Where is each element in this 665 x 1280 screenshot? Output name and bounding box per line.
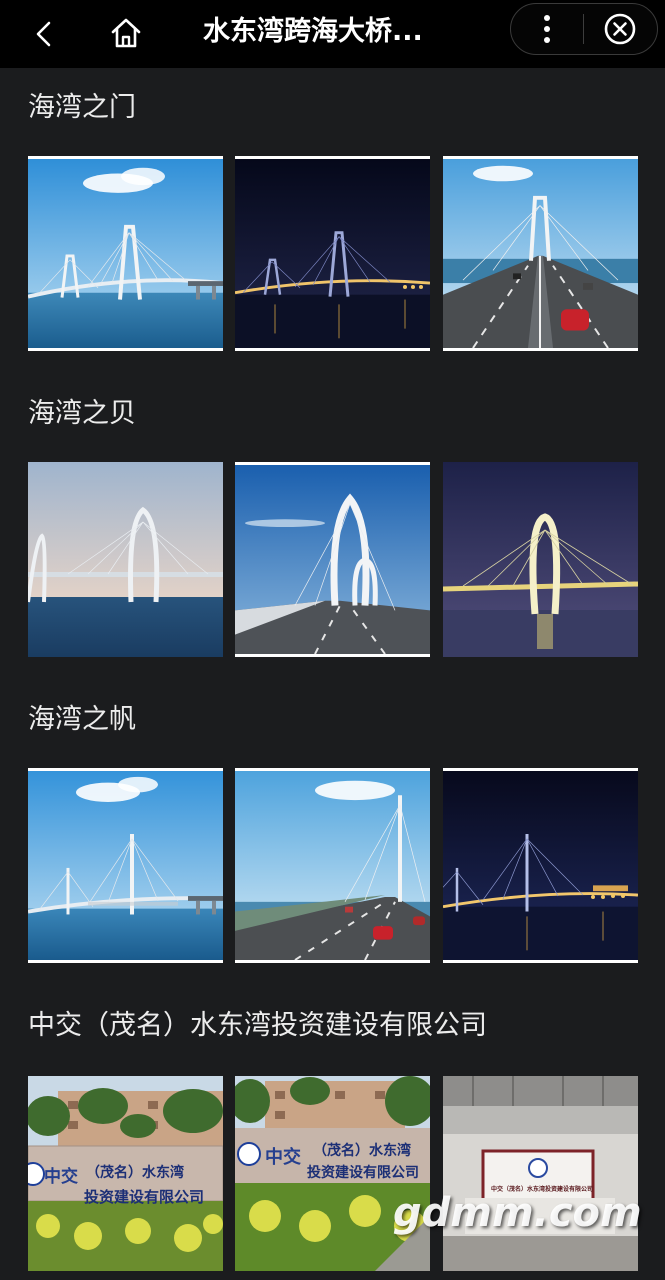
image-day-bridge[interactable] [28,156,223,351]
bridge-photo [28,771,223,960]
image-company-sign[interactable]: 中交 （茂名）水东湾 投资建设有限公司 [28,1076,223,1271]
section-title: 海湾之帆 [28,704,136,735]
bridge-photo [235,159,430,348]
company-photo [443,1076,638,1271]
sign-line-2: 投资建设有限公司 [84,1188,205,1206]
more-button[interactable] [511,4,583,54]
sign-line-1: （茂名）水东湾 [313,1143,411,1159]
image-night-bridge[interactable] [235,156,430,351]
section-title: 海湾之门 [28,92,136,123]
section-haiwan-zhifan: 海湾之帆 [0,680,665,980]
sign-logo-text: 中交 [44,1167,78,1187]
bridge-photo [443,771,638,960]
close-circle-icon [604,13,636,45]
sign-logo-text: 中交 [265,1147,301,1168]
image-company-sign-closeup[interactable]: 中交 （茂名）水东湾 投资建设有限公司 [235,1076,430,1271]
top-navigation-bar: 水东湾跨海大桥... [0,0,665,68]
mini-program-capsule [510,3,658,55]
gallery-content: 海湾之门 海湾之贝 海湾之帆 中交（茂名）水东湾投资建设有限公司 中交 （茂名）… [0,68,665,1280]
home-icon [111,18,141,48]
more-vertical-icon [544,15,550,43]
bridge-photo [28,159,223,348]
image-sail-road[interactable] [235,768,430,963]
image-arch-road[interactable] [235,462,430,657]
bridge-photo [235,465,430,654]
site-watermark: gdmm.com [393,1190,642,1236]
home-button[interactable] [101,8,151,58]
section-title: 中交（茂名）水东湾投资建设有限公司 [28,1010,487,1041]
image-road-deck[interactable] [443,156,638,351]
chevron-left-icon [36,21,51,47]
sign-line-1: （茂名）水东湾 [86,1165,184,1181]
image-night-sail[interactable] [443,768,638,963]
image-company-lobby[interactable]: 中交（茂名）水东湾投资建设有限公司 [443,1076,638,1271]
section-haiwan-zhibei: 海湾之贝 [0,374,665,674]
close-button[interactable] [584,4,656,54]
back-button[interactable] [20,10,68,58]
sign-line-2: 投资建设有限公司 [307,1165,419,1181]
image-night-arch[interactable] [443,462,638,657]
section-title: 海湾之贝 [28,398,136,429]
image-day-sail[interactable] [28,768,223,963]
section-haiwan-zhimen: 海湾之门 [0,68,665,368]
bridge-photo [235,771,430,960]
bridge-photo [28,462,223,657]
bridge-photo [443,159,638,348]
page-title: 水东湾跨海大桥... [203,16,423,47]
image-dusk-arch[interactable] [28,462,223,657]
bridge-photo [443,462,638,657]
